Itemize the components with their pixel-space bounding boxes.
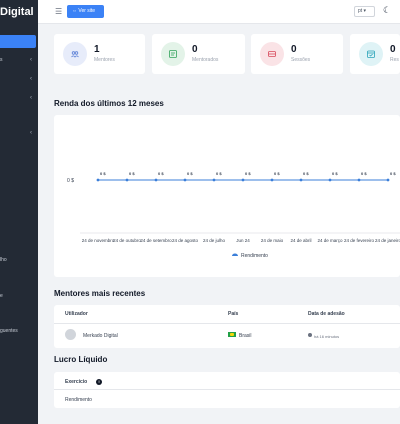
column-header-joined: Data de adesão — [308, 311, 345, 317]
data-label: 0 $ — [361, 171, 367, 176]
stat-label: Sessões — [291, 57, 311, 63]
sidebar-item-label: lho — [0, 257, 7, 263]
stat-card-reservations: 0 Res — [350, 34, 400, 74]
x-tick-label: 24 de março — [317, 238, 343, 243]
divider — [54, 323, 400, 324]
avatar — [65, 329, 76, 340]
x-tick-label: 24 de novembro — [82, 238, 115, 243]
user-card-icon — [161, 42, 185, 66]
sidebar-item-7[interactable]: guentes — [0, 327, 38, 337]
data-point — [125, 178, 129, 182]
mentor-joined: há 16 minutos — [314, 334, 340, 339]
data-label: 0 $ — [274, 171, 280, 176]
sidebar-item-1[interactable]: s ‹ — [0, 56, 38, 66]
data-label: 0 $ — [332, 171, 338, 176]
data-label: 0 $ — [390, 171, 396, 176]
legend-swatch — [232, 253, 238, 256]
income-chart: 0 $ 0 $ 24 de novembro 0 $ 24 de outubro 0 $ 2… — [54, 115, 400, 277]
flag-brazil-icon-center — [230, 333, 234, 336]
session-icon — [260, 42, 284, 66]
data-label: 0 $ — [187, 171, 193, 176]
data-point — [212, 178, 216, 182]
brand-logo[interactable]: Digital — [0, 6, 38, 20]
x-tick-label: 24 de agosto — [172, 238, 199, 243]
sidebar-item-label: guentes — [0, 328, 18, 334]
column-header-country: País — [228, 311, 239, 317]
stat-label: Mentores — [94, 57, 115, 63]
sidebar-item-label: s — [0, 57, 3, 63]
data-point — [241, 178, 245, 182]
chevron-left-icon: ‹ — [30, 130, 32, 136]
data-point — [386, 178, 390, 182]
sidebar-item-4[interactable]: ‹ — [0, 129, 38, 139]
sidebar-item-label: e — [0, 293, 3, 299]
chevron-left-icon: ‹ — [30, 76, 32, 82]
data-label: 0 $ — [303, 171, 309, 176]
data-point — [328, 178, 332, 182]
mentors-table — [54, 305, 400, 348]
y-tick-label: 0 $ — [67, 178, 74, 184]
legend-label: Rendimento — [241, 253, 268, 259]
stat-card-mentors: 1 Mentores — [54, 34, 145, 74]
data-point — [154, 178, 158, 182]
data-label: 0 $ — [129, 171, 135, 176]
x-tick-label: 24 de julho — [203, 238, 226, 243]
income-section-title: Renda dos últimos 12 meses — [54, 99, 164, 108]
data-point — [183, 178, 187, 182]
x-tick-label: 24 de abril — [290, 238, 311, 243]
divider — [54, 389, 400, 390]
stat-card-sessions: 0 Sessões — [251, 34, 343, 74]
data-label: 0 $ — [158, 171, 164, 176]
sidebar-item-3[interactable]: ‹ — [0, 94, 38, 104]
data-label: 0 $ — [245, 171, 251, 176]
profit-row-label: Rendimento — [65, 397, 92, 403]
x-tick-label: 24 de setembro — [140, 238, 172, 243]
mentor-name-link[interactable]: Merkado Digital — [83, 333, 118, 339]
stat-card-mentees: 0 Mentorados — [152, 34, 245, 74]
language-select[interactable]: pt ▾ — [354, 6, 375, 17]
stat-value: 0 — [192, 44, 198, 55]
stat-label: Mentorados — [192, 57, 219, 63]
income-line-chart: 0 $ 0 $ 24 de novembro 0 $ 24 de outubro 0 $ 2… — [67, 171, 400, 259]
calendar-icon — [359, 42, 383, 66]
sidebar-item-dashboard[interactable] — [0, 35, 36, 48]
x-tick-label: 24 de fevereiro — [344, 238, 375, 243]
data-label: 0 $ — [100, 171, 106, 176]
data-point — [96, 178, 100, 182]
stat-value: 1 — [94, 44, 100, 55]
chevron-left-icon: ‹ — [30, 57, 32, 63]
column-header-exercise: Exercício — [65, 379, 88, 385]
x-tick-label: 24 de outubro — [113, 238, 141, 243]
sidebar-item-5[interactable]: lho — [0, 256, 38, 266]
info-icon[interactable]: ! — [96, 379, 102, 385]
sidebar-item-6[interactable]: e — [0, 292, 38, 302]
x-tick-label: Jun 24 — [236, 238, 250, 243]
data-point — [357, 178, 361, 182]
stat-value: 0 — [291, 44, 297, 55]
data-point — [270, 178, 274, 182]
visit-site-button[interactable]: ⇔ Ver site — [67, 5, 104, 18]
sidebar: Digital s ‹ ‹ ‹ ‹ lho e guentes — [0, 0, 38, 424]
profit-table — [54, 372, 400, 408]
profit-section-title: Lucro Líquido — [54, 355, 108, 364]
users-icon — [63, 42, 87, 66]
chevron-left-icon: ‹ — [30, 95, 32, 101]
stat-value: 0 — [390, 44, 396, 55]
data-point — [299, 178, 303, 182]
topbar: ☰ ⇔ Ver site pt ▾ ☾ — [38, 0, 400, 24]
sidebar-item-2[interactable]: ‹ — [0, 75, 38, 85]
mentors-section-title: Mentores mais recentes — [54, 289, 146, 298]
menu-icon[interactable]: ☰ — [55, 7, 62, 16]
data-label: 0 $ — [216, 171, 222, 176]
moon-icon[interactable]: ☾ — [383, 5, 391, 16]
column-header-user: Utilizador — [65, 311, 88, 317]
stat-label: Res — [390, 57, 399, 63]
x-tick-label: 24 de maio — [261, 238, 284, 243]
mentor-country: Brasil — [239, 333, 252, 339]
clock-icon — [308, 333, 312, 337]
x-tick-label: 24 de janeiro — [375, 238, 400, 243]
